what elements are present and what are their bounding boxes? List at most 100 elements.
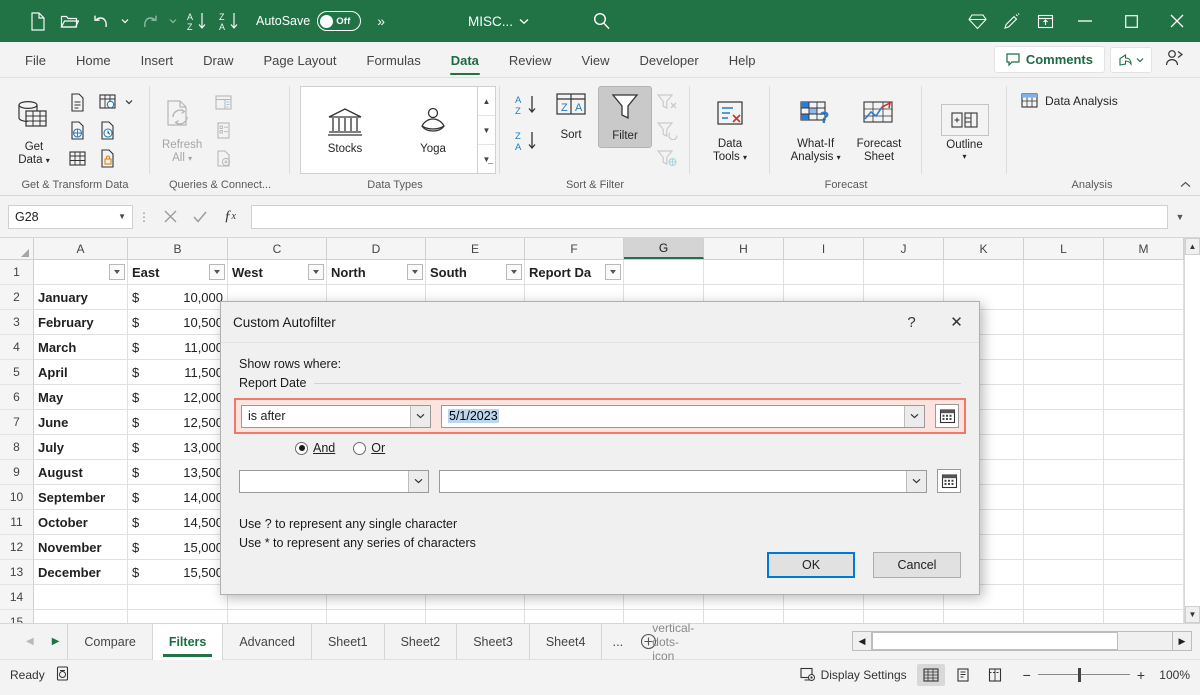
sheet-next-icon[interactable]: ▶ xyxy=(52,636,60,647)
cell-b14[interactable] xyxy=(128,585,228,610)
cell-f1[interactable]: Report Da xyxy=(525,260,624,285)
maximize-button[interactable] xyxy=(1108,0,1154,42)
date-picker-button-1[interactable] xyxy=(935,404,959,428)
gallery-scroll-down-icon[interactable]: ▼ xyxy=(478,116,495,145)
filter-dropdown-e1[interactable] xyxy=(506,264,522,280)
redo-icon[interactable] xyxy=(134,6,164,36)
page-layout-view-button[interactable] xyxy=(949,664,977,686)
filter-dropdown-b1[interactable] xyxy=(209,264,225,280)
cell-e15[interactable] xyxy=(426,610,525,623)
row-header-10[interactable]: 10 xyxy=(0,485,34,510)
filter-dropdown-d1[interactable] xyxy=(407,264,423,280)
cell-k1[interactable] xyxy=(944,260,1024,285)
column-header-k[interactable]: K xyxy=(944,238,1024,259)
cell-b3[interactable]: $10,500 xyxy=(128,310,228,335)
row-header-1[interactable]: 1 xyxy=(0,260,34,285)
cancel-entry-icon[interactable] xyxy=(155,204,185,230)
from-sheet-icon[interactable] xyxy=(62,144,92,172)
filter-dropdown-c1[interactable] xyxy=(308,264,324,280)
radio-or[interactable]: Or xyxy=(353,441,385,455)
zoom-level[interactable]: 100% xyxy=(1152,668,1190,682)
hscroll-thumb[interactable] xyxy=(872,632,1118,650)
comments-button[interactable]: Comments xyxy=(994,46,1105,73)
expand-formula-bar-icon[interactable]: ▼ xyxy=(1168,212,1192,222)
cell-m5[interactable] xyxy=(1104,360,1184,385)
reapply-filter-icon[interactable] xyxy=(652,116,682,144)
column-header-d[interactable]: D xyxy=(327,238,426,259)
zoom-slider-handle[interactable] xyxy=(1078,668,1081,682)
cell-a6[interactable]: May xyxy=(34,385,128,410)
share-person-icon[interactable] xyxy=(1157,44,1192,75)
filter-dropdown-f1[interactable] xyxy=(605,264,621,280)
cell-i15[interactable] xyxy=(784,610,864,623)
data-tools-button[interactable]: Data Tools ▾ xyxy=(705,93,755,168)
radio-and[interactable]: And xyxy=(295,441,335,455)
cell-l4[interactable] xyxy=(1024,335,1104,360)
forecast-sheet-button[interactable]: Forecast Sheet xyxy=(851,93,908,168)
hscroll-track[interactable] xyxy=(872,631,1172,651)
tab-review[interactable]: Review xyxy=(494,45,567,77)
more-commands-icon[interactable]: » xyxy=(377,13,385,29)
advanced-filter-icon[interactable] xyxy=(652,144,682,172)
cell-l13[interactable] xyxy=(1024,560,1104,585)
cell-m6[interactable] xyxy=(1104,385,1184,410)
insert-function-icon[interactable]: ƒx xyxy=(215,204,245,230)
sheet-tab-sheet3[interactable]: Sheet3 xyxy=(457,624,530,660)
tab-home[interactable]: Home xyxy=(61,45,126,77)
data-type-stocks[interactable]: Stocks xyxy=(301,87,389,173)
cell-a3[interactable]: February xyxy=(34,310,128,335)
formula-bar-grip[interactable]: ⋮ xyxy=(133,210,155,224)
row-header-11[interactable]: 11 xyxy=(0,510,34,535)
value-dropdown-icon-1[interactable] xyxy=(904,406,924,427)
column-header-b[interactable]: B xyxy=(128,238,228,259)
cell-b5[interactable]: $11,500 xyxy=(128,360,228,385)
cell-a5[interactable]: April xyxy=(34,360,128,385)
cell-m3[interactable] xyxy=(1104,310,1184,335)
row-header-4[interactable]: 4 xyxy=(0,335,34,360)
sheet-prev-icon[interactable]: ◀ xyxy=(26,636,34,647)
cell-c1[interactable]: West xyxy=(228,260,327,285)
tab-insert[interactable]: Insert xyxy=(126,45,189,77)
get-data-more-dropdown-icon[interactable] xyxy=(122,88,136,116)
sheet-tab-filters[interactable]: Filters xyxy=(153,624,224,660)
filter-dropdown-a1[interactable] xyxy=(109,264,125,280)
get-data-button[interactable]: Get Data ▾ xyxy=(6,90,62,171)
autosave-control[interactable]: AutoSave Off xyxy=(256,11,361,31)
cell-c15[interactable] xyxy=(228,610,327,623)
cell-h1[interactable] xyxy=(704,260,784,285)
clear-filter-icon[interactable] xyxy=(652,88,682,116)
cell-a12[interactable]: November xyxy=(34,535,128,560)
cell-b4[interactable]: $11,000 xyxy=(128,335,228,360)
column-header-i[interactable]: I xyxy=(784,238,864,259)
search-icon[interactable] xyxy=(592,11,612,34)
operator-dropdown-icon-1[interactable] xyxy=(410,406,430,427)
cell-b12[interactable]: $15,000 xyxy=(128,535,228,560)
cell-l1[interactable] xyxy=(1024,260,1104,285)
horizontal-scrollbar[interactable]: ◀ ▶ xyxy=(852,630,1192,652)
cell-l12[interactable] xyxy=(1024,535,1104,560)
sheet-tab-sheet2[interactable]: Sheet2 xyxy=(385,624,458,660)
cell-l5[interactable] xyxy=(1024,360,1104,385)
from-table-range-icon[interactable] xyxy=(92,88,122,116)
cell-b9[interactable]: $13,500 xyxy=(128,460,228,485)
cell-l3[interactable] xyxy=(1024,310,1104,335)
cell-f15[interactable] xyxy=(525,610,624,623)
operator-dropdown-icon-2[interactable] xyxy=(408,471,428,492)
criteria-value-input-2[interactable] xyxy=(439,470,927,493)
minimize-button[interactable] xyxy=(1062,0,1108,42)
sheet-tab-sheet4[interactable]: Sheet4 xyxy=(530,624,603,660)
cell-i1[interactable] xyxy=(784,260,864,285)
cell-l7[interactable] xyxy=(1024,410,1104,435)
row-header-15[interactable]: 15 xyxy=(0,610,34,623)
cancel-button[interactable]: Cancel xyxy=(873,552,961,578)
sort-ascending-icon[interactable]: AZ xyxy=(182,6,212,36)
data-type-yoga[interactable]: Yoga xyxy=(389,87,477,173)
cell-m9[interactable] xyxy=(1104,460,1184,485)
undo-dropdown-icon[interactable] xyxy=(118,6,132,36)
cell-m2[interactable] xyxy=(1104,285,1184,310)
cell-a10[interactable]: September xyxy=(34,485,128,510)
criteria-value-input-1[interactable]: 5/1/2023 xyxy=(441,405,925,428)
cell-m7[interactable] xyxy=(1104,410,1184,435)
column-header-f[interactable]: F xyxy=(525,238,624,259)
scroll-down-icon[interactable]: ▼ xyxy=(1185,606,1200,623)
